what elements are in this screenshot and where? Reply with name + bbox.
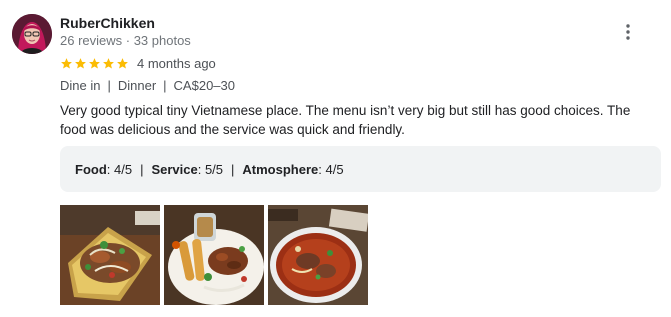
- review-photo-3[interactable]: [268, 205, 368, 305]
- review-photo-1[interactable]: [60, 205, 160, 305]
- sub-rating-service: Service: 5/5: [151, 161, 224, 177]
- attribute-separator: |: [107, 78, 111, 93]
- attribute-separator: |: [163, 78, 167, 93]
- more-vert-icon: [626, 24, 630, 40]
- star-icon: [61, 57, 72, 69]
- visit-attributes: Dine in | Dinner | CA$20–30: [60, 78, 235, 93]
- star-icon: [89, 57, 100, 69]
- sub-ratings-box: Food: 4/5 | Service: 5/5 | Atmosphere: 4…: [60, 146, 661, 192]
- star-icon: [75, 57, 86, 69]
- review-text: Very good typical tiny Vietnamese place.…: [60, 103, 631, 137]
- food-photo-spring-rolls: [164, 205, 264, 305]
- review-photo-2[interactable]: [164, 205, 264, 305]
- sub-rating-food: Food: 4/5: [75, 161, 133, 177]
- sub-rating-atmosphere: Atmosphere: 4/5: [242, 161, 344, 177]
- food-photo-salad: [60, 205, 160, 305]
- attribute-price: CA$20–30: [173, 78, 235, 93]
- reviewer-avatar[interactable]: [12, 14, 52, 54]
- review-photos: [60, 205, 368, 305]
- attribute-service-type: Dine in: [60, 78, 101, 93]
- star-icon: [117, 57, 128, 69]
- star-icon: [103, 57, 114, 69]
- review-card: RuberChikken 26 reviews · 33 photos 4 mo…: [0, 0, 671, 317]
- more-options-button[interactable]: [616, 20, 640, 44]
- rating-row: 4 months ago: [60, 54, 216, 72]
- star-rating: [60, 57, 129, 70]
- sub-rating-separator: |: [140, 161, 144, 177]
- attribute-meal-type: Dinner: [117, 78, 157, 93]
- reviewer-meta: 26 reviews · 33 photos: [60, 33, 191, 48]
- sub-rating-separator: |: [231, 161, 235, 177]
- reviewer-name[interactable]: RuberChikken: [60, 15, 155, 31]
- food-photo-soup: [268, 205, 368, 305]
- review-time: 4 months ago: [137, 55, 216, 71]
